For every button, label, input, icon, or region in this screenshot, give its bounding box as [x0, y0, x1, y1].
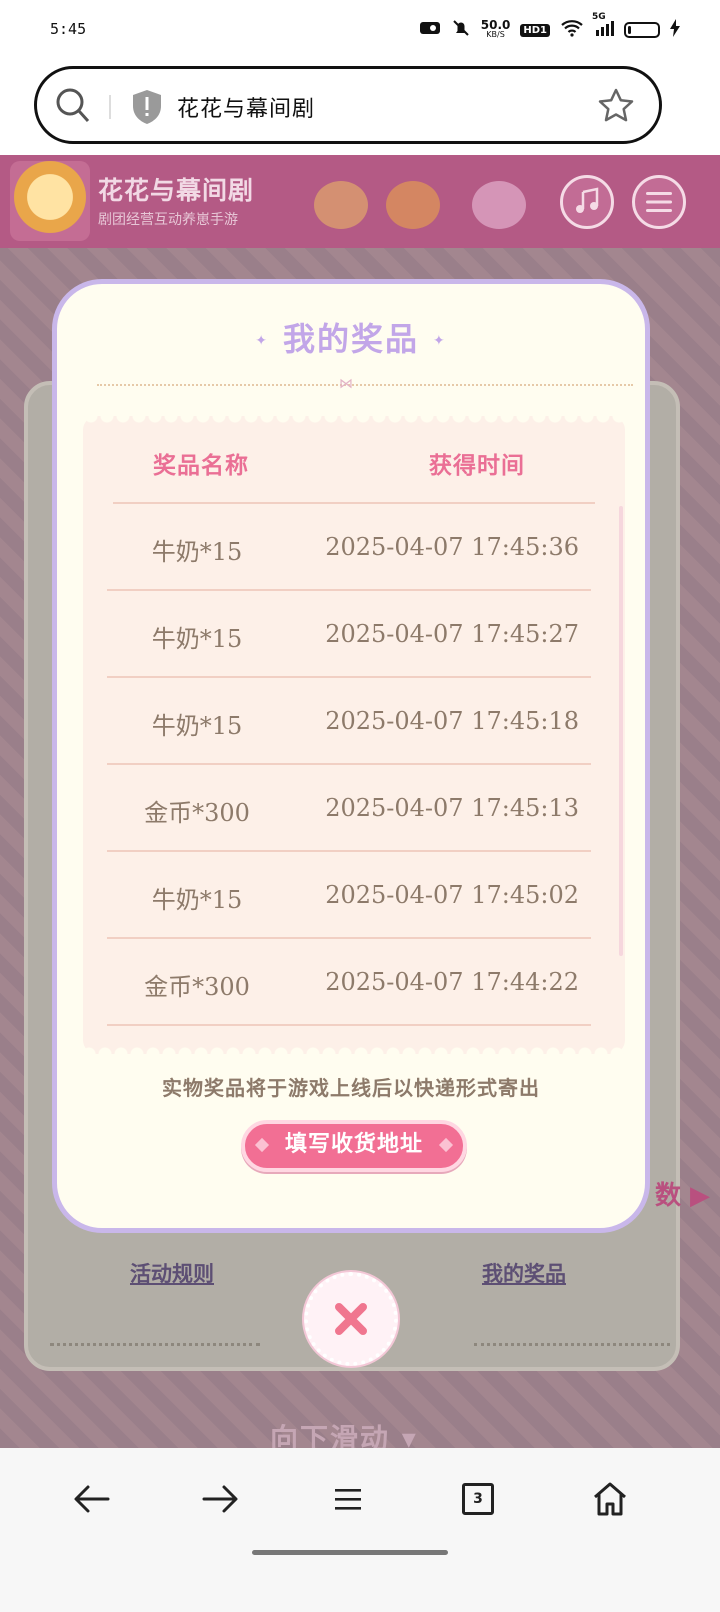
- banner-subtitle: 剧团经营互动养崽手游: [98, 212, 238, 228]
- character-avatar: [314, 181, 368, 229]
- table-row: 金币*300 2025-04-07 17:44:22: [107, 939, 591, 1026]
- home-indicator[interactable]: [252, 1550, 448, 1555]
- prize-table: 奖品名称 获得时间 牛奶*15 2025-04-07 17:45:36 牛奶*15…: [83, 416, 625, 1054]
- table-scrollbar[interactable]: [619, 506, 623, 956]
- shipping-note: 实物奖品将于游戏上线后以快递形式寄出: [162, 1076, 540, 1100]
- status-bar: 5:45 50.0 KB/S HD1 5G: [0, 0, 720, 62]
- scroll-hint: 向下滑动 ▾: [270, 1422, 418, 1448]
- address-text[interactable]: 花花与幕间剧: [177, 91, 315, 123]
- prize-time: 2025-04-07 17:45:02: [325, 881, 579, 909]
- banner-title: 花花与幕间剧: [98, 176, 255, 205]
- sparkle-icon: ✦: [255, 333, 269, 349]
- prize-name: 金币*300: [144, 799, 250, 827]
- prize-name: 牛奶*15: [151, 886, 243, 914]
- prize-name: 牛奶*15: [151, 625, 243, 653]
- prize-time: 2025-04-07 17:45:18: [325, 707, 579, 735]
- dotted-divider: [474, 1343, 670, 1346]
- prizes-modal: ✦ 我的奖品 ✦ ⋈ 奖品名称 获得时间 牛奶*15 2025-04-07 17:45…: [52, 279, 650, 1233]
- tabs-icon: 3: [462, 1483, 494, 1515]
- signal-icon: 5G: [592, 12, 614, 40]
- menu-button[interactable]: [632, 175, 686, 229]
- wifi-icon: [560, 19, 584, 41]
- tabs-button[interactable]: 3: [448, 1474, 508, 1524]
- hamburger-icon: [335, 1489, 361, 1510]
- arrow-right-icon: [202, 1485, 238, 1513]
- address-bar[interactable]: 花花与幕间剧: [34, 66, 662, 144]
- title-divider: [97, 384, 633, 386]
- music-button[interactable]: [560, 175, 614, 229]
- status-time: 5:45: [50, 20, 87, 38]
- music-note-icon: [576, 187, 599, 213]
- shield-icon[interactable]: [131, 89, 163, 129]
- prize-time: 2025-04-07 17:44:22: [325, 968, 579, 996]
- dotted-divider: [50, 1343, 260, 1346]
- close-icon: [335, 1303, 367, 1335]
- my-prizes-link[interactable]: 我的奖品: [482, 1258, 566, 1288]
- search-icon[interactable]: [55, 87, 91, 129]
- table-row: 牛奶*15 2025-04-07 17:45:02: [107, 852, 591, 939]
- rules-link[interactable]: 活动规则: [130, 1258, 214, 1288]
- game-banner: 花花与幕间剧 剧团经营互动养崽手游: [0, 155, 720, 248]
- table-row: 金币*300 2025-04-07 17:45:13: [107, 765, 591, 852]
- back-button[interactable]: [62, 1474, 122, 1524]
- mute-bell-icon: [451, 18, 471, 42]
- table-row: 牛奶*15 2025-04-07 17:45:27: [107, 591, 591, 678]
- table-row: 牛奶*15 2025-04-07 17:45:36: [107, 504, 591, 591]
- battery-icon: [624, 22, 660, 38]
- network-speed: 50.0 KB/S: [480, 18, 511, 39]
- prize-time: 2025-04-07 17:45:36: [325, 533, 579, 561]
- menu-button-bottom[interactable]: [318, 1474, 378, 1524]
- forward-button[interactable]: [190, 1474, 250, 1524]
- game-logo[interactable]: [10, 161, 90, 241]
- browser-bottom-nav: 3: [0, 1448, 720, 1612]
- sparkle-icon: ✦: [433, 333, 447, 349]
- prize-time: 2025-04-07 17:45:27: [325, 620, 579, 648]
- diamond-icon: [254, 1137, 270, 1153]
- character-avatar: [386, 181, 440, 229]
- column-header-prize-name: 奖品名称: [153, 453, 249, 479]
- side-text: 数 ▶: [654, 1181, 710, 1211]
- home-button[interactable]: [580, 1474, 640, 1524]
- table-row: 牛奶*15 2025-04-07 17:45:18: [107, 678, 591, 765]
- battery-level: [628, 26, 631, 34]
- bow-icon: ⋈: [339, 376, 353, 392]
- status-icons: 50.0 KB/S HD1 5G: [419, 12, 680, 42]
- prize-name: 金币*300: [144, 973, 250, 1001]
- prize-name: 牛奶*15: [151, 538, 243, 566]
- modal-close-button[interactable]: [304, 1272, 398, 1366]
- character-avatar: [472, 181, 526, 229]
- fill-address-button[interactable]: 填写收货地址: [241, 1120, 467, 1172]
- nfc-icon: [419, 20, 441, 40]
- charging-icon: [670, 19, 680, 41]
- arrow-left-icon: [74, 1485, 110, 1513]
- diamond-icon: [438, 1137, 454, 1153]
- column-header-time: 获得时间: [429, 453, 525, 479]
- menu-icon: [646, 192, 672, 212]
- prize-rows[interactable]: 牛奶*15 2025-04-07 17:45:36 牛奶*15 2025-04-07…: [107, 504, 591, 1026]
- hd-badge: HD1: [520, 23, 550, 37]
- modal-title: ✦ 我的奖品 ✦: [255, 320, 447, 358]
- home-icon: [594, 1482, 626, 1516]
- bookmark-star-icon[interactable]: [597, 87, 635, 129]
- address-divider: [109, 95, 111, 119]
- prize-time: 2025-04-07 17:45:13: [325, 794, 579, 822]
- prize-name: 牛奶*15: [151, 712, 243, 740]
